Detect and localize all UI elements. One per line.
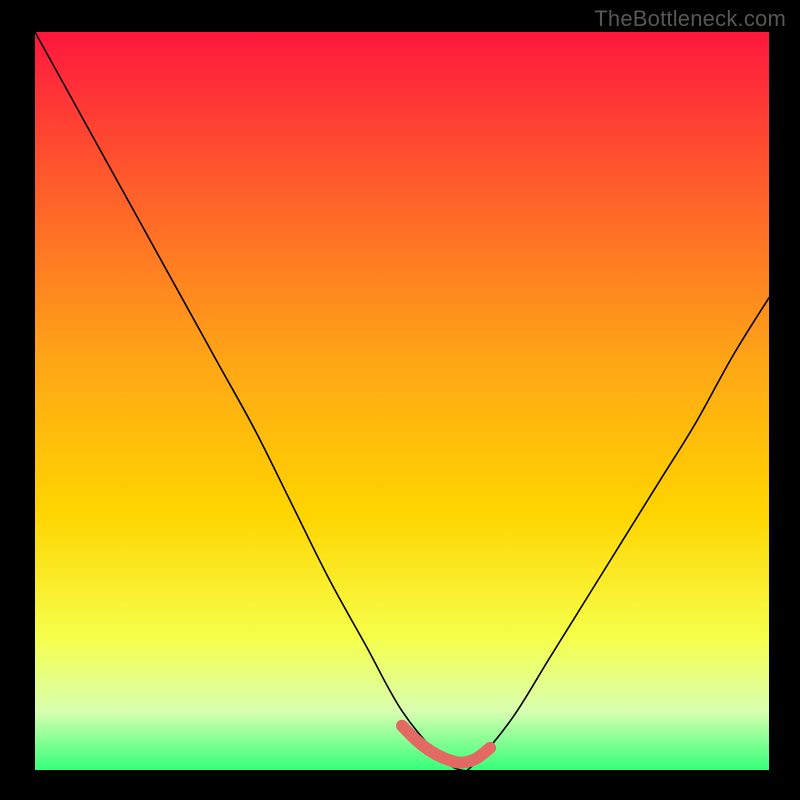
watermark-text: TheBottleneck.com	[594, 6, 786, 32]
plot-background	[35, 32, 769, 770]
v-curve-chart	[0, 0, 800, 800]
chart-container: TheBottleneck.com	[0, 0, 800, 800]
